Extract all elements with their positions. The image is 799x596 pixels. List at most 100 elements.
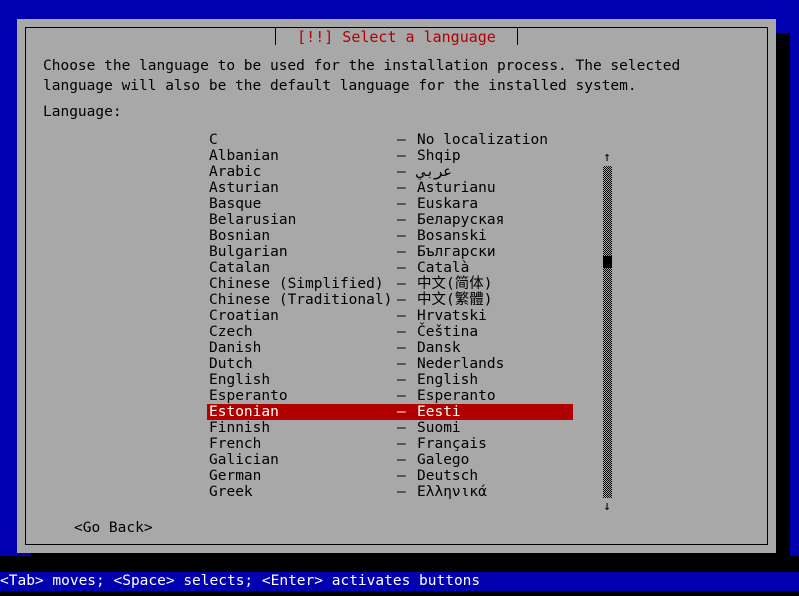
status-bar: <Tab> moves; <Space> selects; <Enter> ac… <box>0 572 799 591</box>
language-name-english: Basque <box>209 196 262 212</box>
language-separator: – <box>397 484 406 500</box>
language-separator: – <box>397 196 406 212</box>
language-separator: – <box>397 164 406 180</box>
dialog-title: [!!] Select a language <box>297 28 496 46</box>
language-list-item[interactable]: Albanian – Shqip <box>207 148 573 164</box>
language-separator: – <box>397 372 406 388</box>
dialog-shadow-right <box>776 33 790 567</box>
language-name-native: Hrvatski <box>417 308 487 324</box>
language-name-english: Chinese (Simplified) <box>209 276 384 292</box>
language-field-label: Language: <box>43 104 122 120</box>
language-list-item[interactable]: Asturian – Asturianu <box>207 180 573 196</box>
language-separator: – <box>397 388 406 404</box>
language-list-item[interactable]: Danish – Dansk <box>207 340 573 356</box>
language-list-item[interactable]: Estonian – Eesti <box>207 404 573 420</box>
language-list-item[interactable]: French – Français <box>207 436 573 452</box>
language-name-english: Galician <box>209 452 279 468</box>
language-separator: – <box>397 132 406 148</box>
language-name-native: Ελληνικά <box>417 484 487 500</box>
language-name-english: Albanian <box>209 148 279 164</box>
language-name-native: Nederlands <box>417 356 505 372</box>
go-back-button[interactable]: <Go Back> <box>74 520 153 536</box>
language-name-english: Chinese (Traditional) <box>209 292 393 308</box>
language-separator: – <box>397 292 406 308</box>
language-name-english: Bosnian <box>209 228 271 244</box>
language-name-english: Arabic <box>209 164 262 180</box>
language-name-english: Esperanto <box>209 388 288 404</box>
language-list-item[interactable]: Galician – Galego <box>207 452 573 468</box>
language-name-native: Shqip <box>417 148 461 164</box>
language-name-english: Greek <box>209 484 253 500</box>
language-separator: – <box>397 308 406 324</box>
language-name-english: German <box>209 468 262 484</box>
scroll-up-arrow-icon[interactable]: ↑ <box>600 151 614 165</box>
language-separator: – <box>397 420 406 436</box>
language-name-native: Euskara <box>417 196 479 212</box>
language-separator: – <box>397 468 406 484</box>
language-name-english: Catalan <box>209 260 271 276</box>
language-name-english: Asturian <box>209 180 279 196</box>
language-name-english: C <box>209 132 218 148</box>
language-name-native: 中文(繁體) <box>417 292 493 308</box>
language-list-item[interactable]: C – No localization <box>207 132 573 148</box>
language-name-native: Català <box>417 260 470 276</box>
language-name-native: 中文(简体) <box>417 276 493 292</box>
scroll-down-arrow-icon[interactable]: ↓ <box>600 500 614 514</box>
language-name-english: Czech <box>209 324 253 340</box>
scrollbar-thumb[interactable] <box>603 256 612 268</box>
language-name-english: Danish <box>209 340 262 356</box>
language-list-item[interactable]: Catalan – Català <box>207 260 573 276</box>
language-name-native: English <box>417 372 479 388</box>
dialog-frame: [!!] Select a language Choose the langua… <box>25 27 768 545</box>
language-name-native: Български <box>417 244 496 260</box>
language-name-native: عربي <box>417 164 452 180</box>
language-list-item[interactable]: German – Deutsch <box>207 468 573 484</box>
language-name-english: French <box>209 436 262 452</box>
select-language-dialog: [!!] Select a language Choose the langua… <box>17 19 776 553</box>
language-separator: – <box>397 452 406 468</box>
language-list-item[interactable]: Chinese (Simplified) – 中文(简体) <box>207 276 573 292</box>
language-name-english: Finnish <box>209 420 271 436</box>
language-name-native: Esperanto <box>417 388 496 404</box>
language-separator: – <box>397 276 406 292</box>
language-separator: – <box>397 324 406 340</box>
language-list-item[interactable]: Esperanto – Esperanto <box>207 388 573 404</box>
language-separator: – <box>397 404 406 420</box>
language-list-item[interactable]: Dutch – Nederlands <box>207 356 573 372</box>
language-list-item[interactable]: Basque – Euskara <box>207 196 573 212</box>
language-name-native: Suomi <box>417 420 461 436</box>
language-name-english: Croatian <box>209 308 279 324</box>
language-name-english: Estonian <box>209 404 279 420</box>
language-list-item[interactable]: Croatian – Hrvatski <box>207 308 573 324</box>
language-list-item[interactable]: Bosnian – Bosanski <box>207 228 573 244</box>
language-list-scrollbar[interactable]: ↑ ↓ <box>600 132 614 532</box>
language-separator: – <box>397 180 406 196</box>
installer-screen: [!!] Select a language Choose the langua… <box>0 0 799 596</box>
language-name-native: Eesti <box>417 404 461 420</box>
language-list-item[interactable]: Chinese (Traditional) – 中文(繁體) <box>207 292 573 308</box>
language-name-native: Dansk <box>417 340 461 356</box>
language-list-item[interactable]: Finnish – Suomi <box>207 420 573 436</box>
language-separator: – <box>397 260 406 276</box>
language-name-native: Français <box>417 436 487 452</box>
language-separator: – <box>397 212 406 228</box>
language-name-native: Čeština <box>417 324 479 340</box>
language-name-english: English <box>209 372 271 388</box>
scrollbar-track[interactable] <box>603 166 612 498</box>
language-list-item[interactable]: Arabic – عربي <box>207 164 573 180</box>
language-name-native: No localization <box>417 132 548 148</box>
language-name-native: Bosanski <box>417 228 487 244</box>
language-list-item[interactable]: Bulgarian – Български <box>207 244 573 260</box>
language-separator: – <box>397 356 406 372</box>
language-name-english: Belarusian <box>209 212 297 228</box>
language-list[interactable]: C – No localization Albanian – Shqip Arabic – عر… <box>207 132 573 532</box>
language-name-english: Bulgarian <box>209 244 288 260</box>
language-list-item[interactable]: English – English <box>207 372 573 388</box>
language-separator: – <box>397 148 406 164</box>
language-name-english: Dutch <box>209 356 253 372</box>
language-list-item[interactable]: Greek – Ελληνικά <box>207 484 573 500</box>
language-name-native: Беларуская <box>417 212 505 228</box>
language-list-item[interactable]: Czech – Čeština <box>207 324 573 340</box>
language-list-item[interactable]: Belarusian – Беларуская <box>207 212 573 228</box>
language-separator: – <box>397 340 406 356</box>
